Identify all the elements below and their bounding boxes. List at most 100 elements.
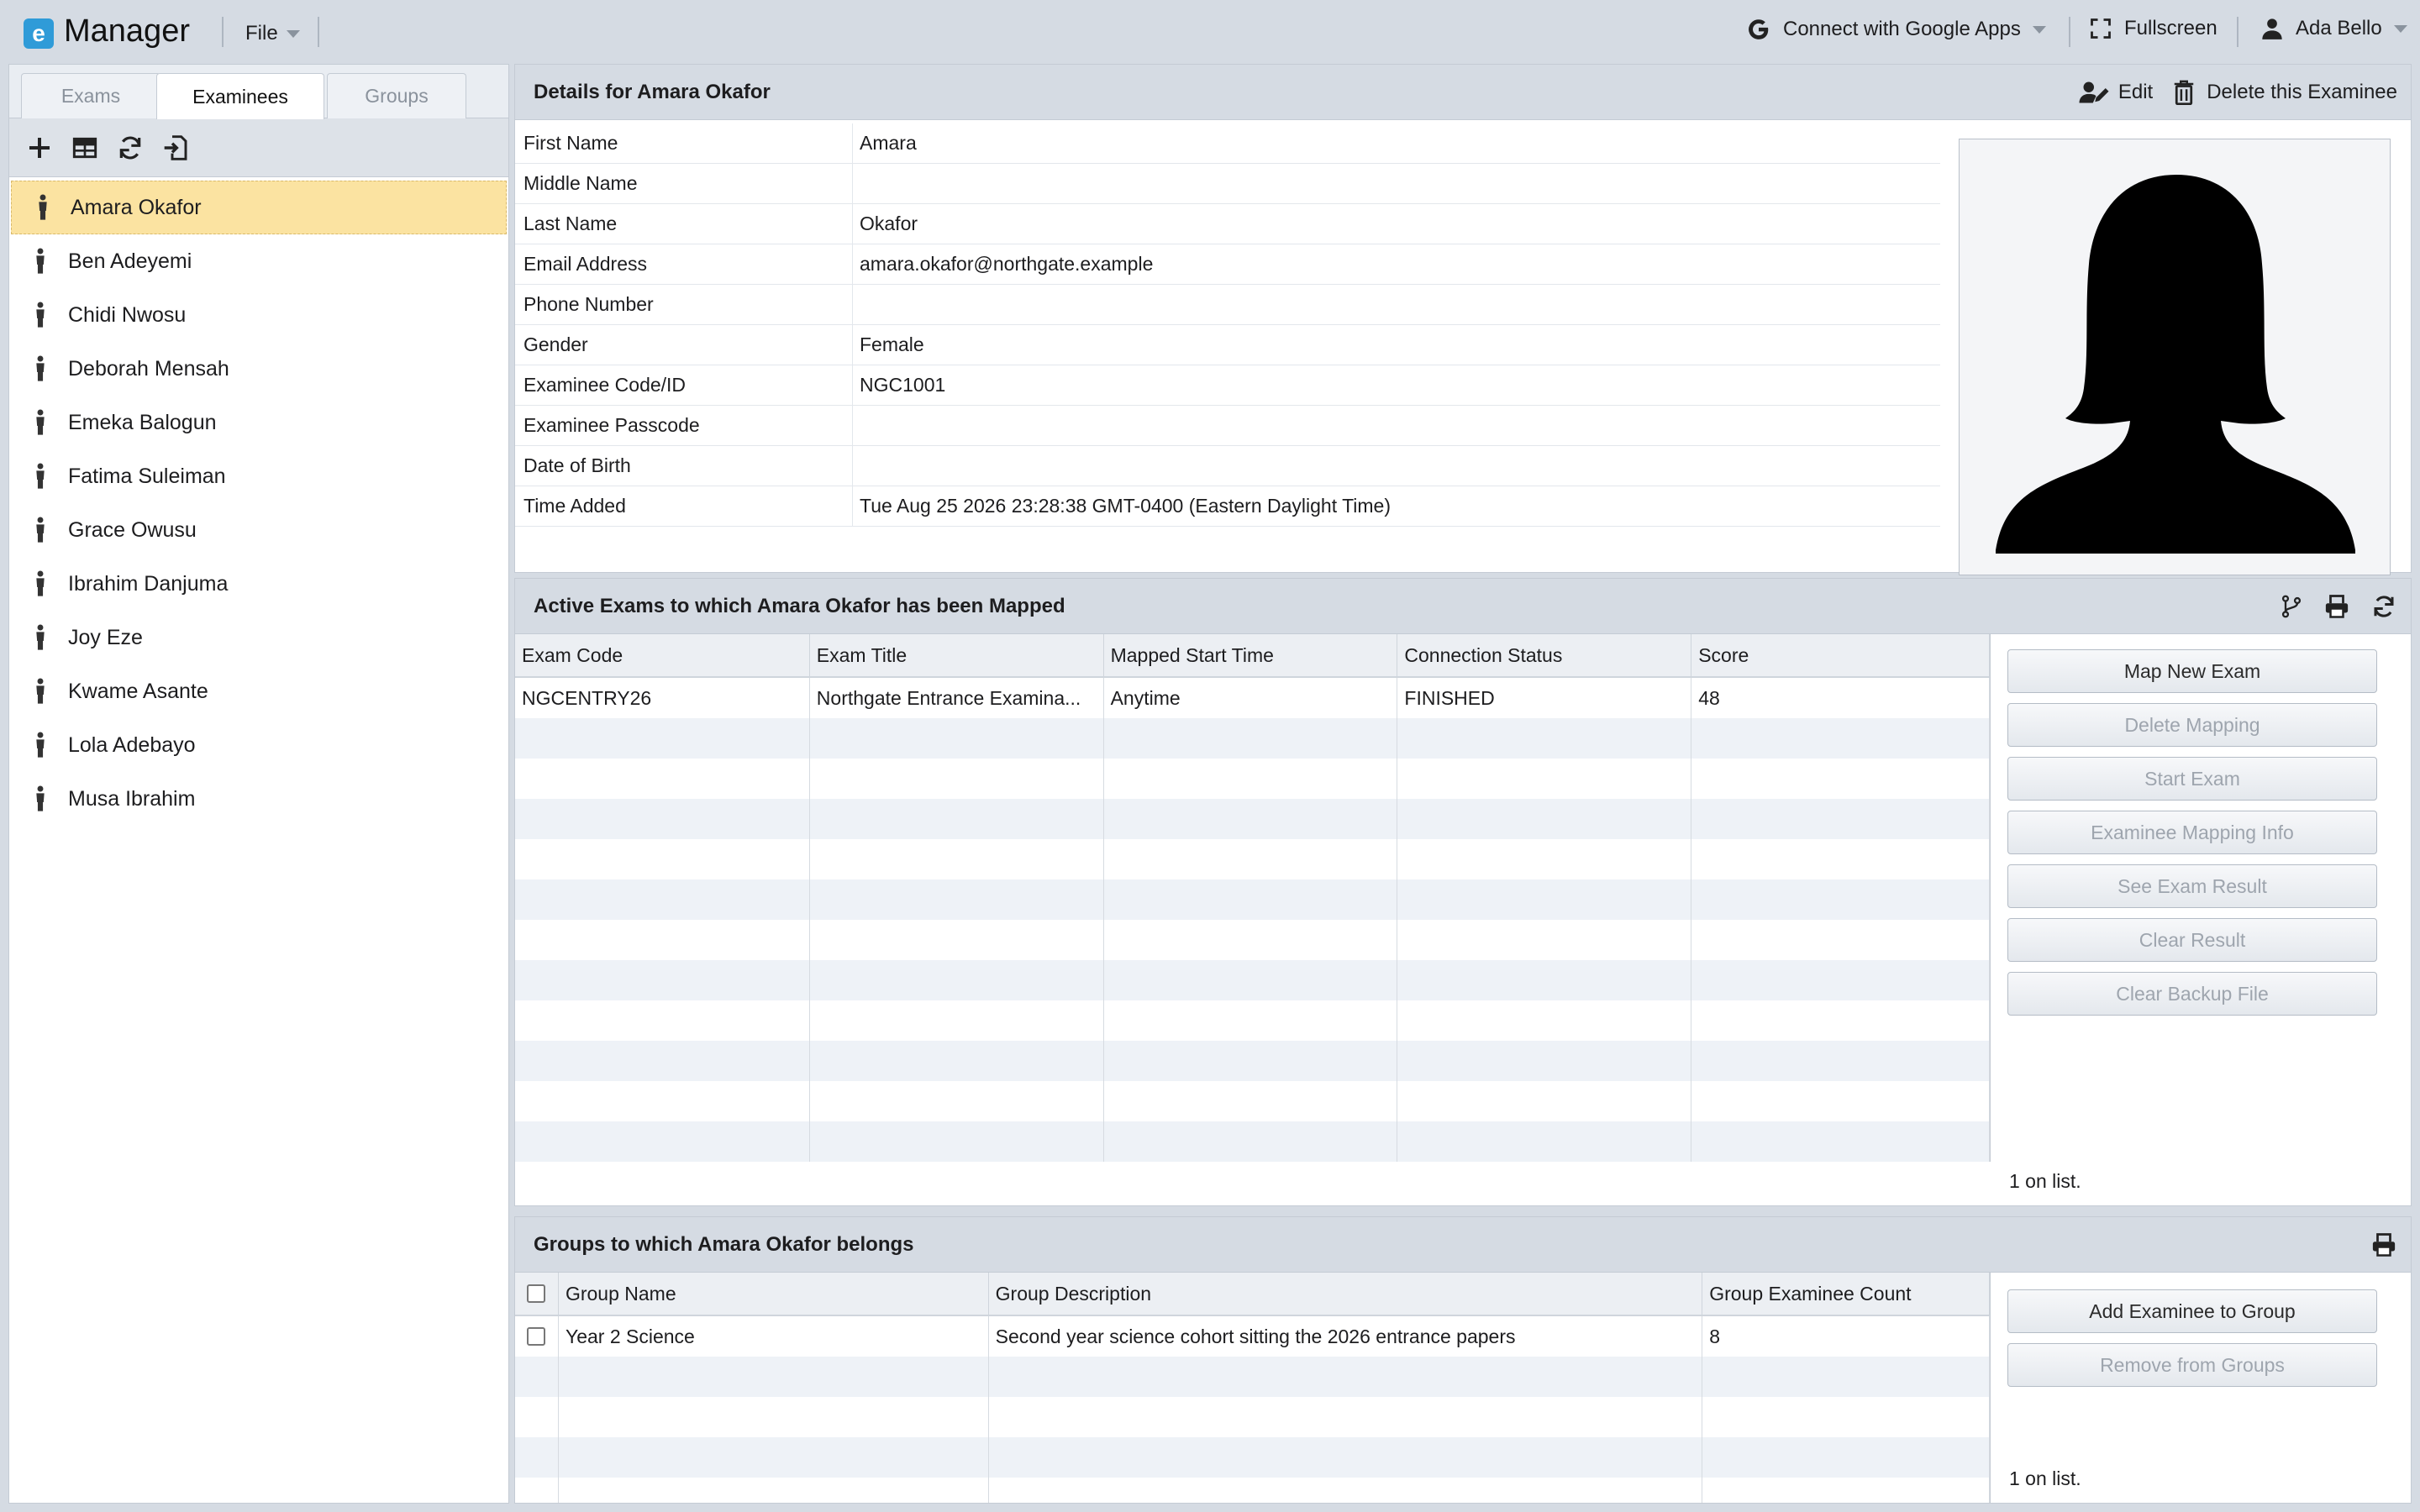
detail-value	[853, 164, 1940, 203]
examinee-list-item[interactable]: Amara Okafor	[11, 181, 507, 234]
table-cell	[1397, 1081, 1692, 1121]
table-cell	[515, 759, 810, 799]
exams-title: Active Exams to which Amara Okafor has b…	[534, 594, 1065, 617]
table-body: NGCENTRY26 Northgate Entrance Examina... A…	[515, 678, 1990, 1162]
select-all-checkbox[interactable]	[527, 1284, 546, 1303]
table-header: Exam Code Exam Title Mapped Start Time Conn…	[515, 634, 1990, 678]
table-cell	[1397, 759, 1692, 799]
examinee-mapping-info-button[interactable]: Examinee Mapping Info	[2007, 811, 2377, 854]
examinee-list-item[interactable]: Kwame Asante	[9, 664, 508, 718]
table-cell: Northgate Entrance Examina...	[810, 678, 1104, 718]
person-icon	[36, 248, 45, 274]
table-cell	[1104, 1121, 1398, 1162]
remove-from-groups-button[interactable]: Remove from Groups	[2007, 1343, 2377, 1387]
examinee-list-item[interactable]: Fatima Suleiman	[9, 449, 508, 503]
examinee-list-item[interactable]: Chidi Nwosu	[9, 288, 508, 342]
edit-button[interactable]: Edit	[2078, 80, 2153, 105]
connect-google-button[interactable]: Connect with Google Apps	[1746, 17, 2046, 42]
examinee-name: Musa Ibrahim	[68, 786, 196, 811]
file-menu[interactable]: File	[245, 22, 300, 45]
examinee-name: Kwame Asante	[68, 679, 208, 703]
table-row	[515, 1357, 1990, 1397]
column-header[interactable]: Group Name	[559, 1273, 989, 1315]
table-row	[515, 759, 1990, 799]
tab-examinees[interactable]: Examinees	[156, 73, 324, 119]
plus-icon[interactable]	[26, 134, 53, 161]
row-checkbox-cell	[515, 1478, 559, 1503]
examinee-list-item[interactable]: Musa Ibrahim	[9, 772, 508, 826]
table-cell	[559, 1478, 989, 1503]
table-cell: Second year science cohort sitting the 2…	[989, 1316, 1703, 1357]
table-cell	[1691, 920, 1990, 960]
divider	[2237, 17, 2238, 47]
row-checkbox[interactable]	[527, 1327, 546, 1346]
connect-google-label: Connect with Google Apps	[1783, 18, 2021, 40]
user-menu[interactable]: Ada Bello	[2260, 17, 2407, 40]
tab-groups[interactable]: Groups	[327, 73, 466, 118]
detail-value: amara.okafor@northgate.example	[860, 253, 1154, 275]
table-cell	[810, 879, 1104, 920]
table-icon[interactable]	[71, 134, 98, 161]
details-actions: Edit Delete this Examinee	[2078, 65, 2397, 120]
table-row	[515, 1397, 1990, 1437]
detail-label: Time Added	[515, 486, 853, 526]
examinee-name: Amara Okafor	[71, 195, 202, 219]
examinee-name: Joy Eze	[68, 625, 143, 649]
detail-value	[853, 285, 1940, 324]
chevron-down-icon	[286, 29, 300, 38]
examinee-list-item[interactable]: Lola Adebayo	[9, 718, 508, 772]
see-exam-result-button[interactable]: See Exam Result	[2007, 864, 2377, 908]
clear-backup-file-button[interactable]: Clear Backup File	[2007, 972, 2377, 1016]
column-header[interactable]: Exam Title	[810, 634, 1104, 676]
table-row	[515, 1437, 1990, 1478]
column-header[interactable]: Score	[1691, 634, 1990, 676]
column-header[interactable]: Connection Status	[1397, 634, 1692, 676]
delete-examinee-button[interactable]: Delete this Examinee	[2173, 80, 2397, 105]
examinee-list-item[interactable]: Joy Eze	[9, 611, 508, 664]
add-examinee-to-group-button[interactable]: Add Examinee to Group	[2007, 1289, 2377, 1333]
tab-exams[interactable]: Exams	[21, 73, 160, 118]
person-icon	[36, 732, 45, 758]
table-cell	[1104, 1081, 1398, 1121]
detail-row: Time Added Tue Aug 25 2026 23:28:38 GMT-0…	[515, 486, 1940, 527]
refresh-icon[interactable]	[2370, 594, 2397, 619]
print-icon[interactable]	[2323, 594, 2350, 619]
column-header[interactable]: Group Description	[989, 1273, 1703, 1315]
examinee-list-item[interactable]: Grace Owusu	[9, 503, 508, 557]
groups-actions	[2370, 1217, 2397, 1273]
examinee-list-item[interactable]: Ibrahim Danjuma	[9, 557, 508, 611]
branch-icon[interactable]	[2280, 594, 2303, 619]
table-cell	[1702, 1478, 1990, 1503]
table-cell	[1691, 759, 1990, 799]
table-cell	[1702, 1357, 1990, 1397]
person-icon	[36, 302, 45, 328]
examinee-list-item[interactable]: Ben Adeyemi	[9, 234, 508, 288]
import-icon[interactable]	[162, 134, 189, 161]
start-exam-button[interactable]: Start Exam	[2007, 757, 2377, 801]
chevron-down-icon	[2393, 24, 2407, 33]
examinee-list-item[interactable]: Emeka Balogun	[9, 396, 508, 449]
table-cell	[1691, 1081, 1990, 1121]
examinee-name: Lola Adebayo	[68, 732, 196, 757]
divider	[318, 17, 319, 47]
examinee-name: Ben Adeyemi	[68, 249, 192, 273]
fullscreen-button[interactable]: Fullscreen	[2089, 17, 2217, 40]
print-icon[interactable]	[2370, 1232, 2397, 1257]
column-header[interactable]: Group Examinee Count	[1702, 1273, 1990, 1315]
map-new-exam-button[interactable]: Map New Exam	[2007, 649, 2377, 693]
examinee-list-item[interactable]: Deborah Mensah	[9, 342, 508, 396]
table-cell	[989, 1437, 1703, 1478]
refresh-icon[interactable]	[117, 134, 144, 161]
table-row[interactable]: NGCENTRY26 Northgate Entrance Examina... A…	[515, 678, 1990, 718]
table-row[interactable]: Year 2 Science Second year science cohort…	[515, 1316, 1990, 1357]
column-header[interactable]: Exam Code	[515, 634, 810, 676]
exams-actions	[2280, 579, 2397, 634]
table-cell	[1691, 799, 1990, 839]
clear-result-button[interactable]: Clear Result	[2007, 918, 2377, 962]
table-cell	[989, 1397, 1703, 1437]
details-panel: Details for Amara Okafor Edit Delete thi…	[514, 64, 2412, 575]
column-header[interactable]: Mapped Start Time	[1104, 634, 1398, 676]
groups-table: Group Name Group Description Group Examine…	[515, 1273, 1991, 1503]
table-cell	[1104, 839, 1398, 879]
delete-mapping-button[interactable]: Delete Mapping	[2007, 703, 2377, 747]
